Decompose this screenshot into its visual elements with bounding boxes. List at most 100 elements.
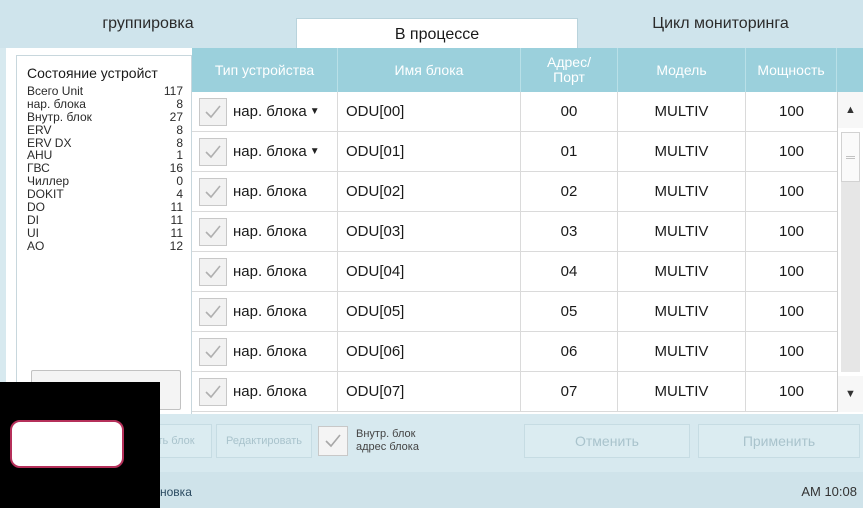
table-row[interactable]: нар. блока ODU[04] 04 MULTIV 100 (192, 251, 837, 292)
capacity-cell: 100 (778, 183, 805, 200)
row-checkbox[interactable] (199, 217, 227, 246)
check-icon (205, 184, 221, 198)
footer-label: новка (160, 485, 192, 499)
capacity-cell: 100 (778, 343, 805, 360)
table-row[interactable]: нар. блока ▼ ODU[00] 00 MULTIV 100 (192, 91, 837, 132)
check-icon (205, 264, 221, 278)
row-checkbox[interactable] (199, 137, 227, 166)
apply-button[interactable]: Применить (698, 424, 860, 458)
row-checkbox[interactable] (199, 377, 227, 406)
status-count: 12 (169, 238, 183, 253)
table-row[interactable]: нар. блока ▼ ODU[01] 01 MULTIV 100 (192, 131, 837, 172)
device-type: нар. блока (233, 303, 307, 320)
status-count: 27 (169, 109, 183, 124)
row-checkbox[interactable] (199, 297, 227, 326)
unit-name-cell: ODU[01] (338, 131, 521, 172)
clock-time: AM 10:08 (801, 484, 857, 499)
device-type-cell: нар. блока ▼ (192, 131, 338, 172)
unit-name-cell: ODU[02] (338, 171, 521, 212)
caret-down-icon[interactable]: ▼ (310, 146, 320, 157)
status-row: DO 11 (27, 201, 183, 214)
row-checkbox[interactable] (199, 337, 227, 366)
device-type-cell: нар. блока (192, 331, 338, 372)
device-type-label: нар. блока (233, 143, 307, 160)
device-type-cell: нар. блока (192, 291, 338, 332)
unit-name-cell: ODU[05] (338, 291, 521, 332)
capacity-cell: 100 (778, 383, 805, 400)
status-label: UI (27, 225, 39, 240)
check-icon (205, 304, 221, 318)
unit-name-cell: ODU[04] (338, 251, 521, 292)
device-type[interactable]: нар. блока ▼ (233, 103, 320, 120)
status-label: нар. блока (27, 96, 86, 111)
unit-name-cell: ODU[06] (338, 331, 521, 372)
scroll-thumb[interactable] (841, 132, 860, 182)
address-cell: 03 (521, 211, 618, 252)
status-label: ERV (27, 122, 52, 137)
check-icon (205, 384, 221, 398)
status-label: DO (27, 200, 45, 215)
device-type[interactable]: нар. блока ▼ (233, 143, 320, 160)
address-cell: 07 (521, 371, 618, 412)
header-address: Адрес/ (547, 54, 591, 70)
status-label: Всего Unit (27, 84, 84, 98)
capacity-cell: 100 (778, 143, 805, 160)
table-row[interactable]: нар. блока ODU[05] 05 MULTIV 100 (192, 291, 837, 332)
status-row: ERV 8 (27, 124, 183, 137)
address-cell: 06 (521, 331, 618, 372)
check-icon (205, 144, 221, 158)
status-row: нар. блока 8 (27, 98, 183, 111)
model-cell: MULTIV (618, 251, 746, 292)
table-row[interactable]: нар. блока ODU[03] 03 MULTIV 100 (192, 211, 837, 252)
table-header: Тип устройства Имя блока Адрес/ Порт Мод… (192, 48, 863, 92)
table-row[interactable]: нар. блока ODU[06] 06 MULTIV 100 (192, 331, 837, 372)
status-label: Внутр. блок (27, 109, 92, 124)
arrow-up-icon[interactable]: ▲ (838, 92, 863, 128)
tab-monitoring-cycle[interactable]: Цикл мониторинга (578, 0, 863, 48)
redaction-overlay (0, 382, 160, 508)
device-type-label: нар. блока (233, 303, 307, 320)
indoor-address-label: Внутр. блок адрес блока (356, 428, 419, 454)
cancel-button[interactable]: Отменить (524, 424, 690, 458)
device-status-list: Всего Unit 117 нар. блока 8 Внутр. блок 27 ERV… (27, 85, 183, 253)
status-row: DI 11 (27, 214, 183, 227)
device-type: нар. блока (233, 383, 307, 400)
tab-grouping[interactable]: группировка (0, 0, 296, 48)
caret-down-icon[interactable]: ▼ (310, 106, 320, 117)
table-row[interactable]: нар. блока ODU[02] 02 MULTIV 100 (192, 171, 837, 212)
device-type-label: нар. блока (233, 343, 307, 360)
device-type-cell: нар. блока (192, 171, 338, 212)
table-body: нар. блока ▼ ODU[00] 00 MULTIV 100 нар. блока ▼… (192, 91, 837, 412)
edit-button[interactable]: Редактировать (216, 424, 312, 458)
table-scrollbar[interactable]: ▲ ▼ (837, 92, 863, 412)
table-row[interactable]: нар. блока ODU[07] 07 MULTIV 100 (192, 371, 837, 412)
header-model: Модель (618, 48, 746, 92)
model-cell: MULTIV (618, 371, 746, 412)
tab-in-progress[interactable]: В процессе (296, 18, 578, 48)
status-count: 117 (163, 84, 183, 98)
address-cell: 02 (521, 171, 618, 212)
device-type-label: нар. блока (233, 183, 307, 200)
device-type-cell: нар. блока (192, 371, 338, 412)
model-cell: MULTIV (618, 131, 746, 172)
status-label: AO (27, 238, 45, 253)
header-scroll-spacer (837, 48, 863, 92)
check-icon (205, 224, 221, 238)
row-checkbox[interactable] (199, 257, 227, 286)
row-checkbox[interactable] (199, 177, 227, 206)
device-status-title: Состояние устройст (27, 65, 158, 81)
model-cell: MULTIV (618, 211, 746, 252)
header-unit-name: Имя блока (338, 48, 521, 92)
status-row: DOKIT 4 (27, 188, 183, 201)
status-count: 11 (170, 225, 183, 240)
unit-name-cell: ODU[03] (338, 211, 521, 252)
device-type: нар. блока (233, 343, 307, 360)
row-checkbox[interactable] (199, 97, 227, 126)
address-cell: 05 (521, 291, 618, 332)
model-cell: MULTIV (618, 331, 746, 372)
indoor-address-checkbox[interactable] (318, 426, 348, 456)
header-address-port: Адрес/ Порт (521, 48, 618, 92)
address-cell: 01 (521, 131, 618, 172)
arrow-down-icon[interactable]: ▼ (838, 376, 863, 412)
status-row: AO 12 (27, 240, 183, 253)
